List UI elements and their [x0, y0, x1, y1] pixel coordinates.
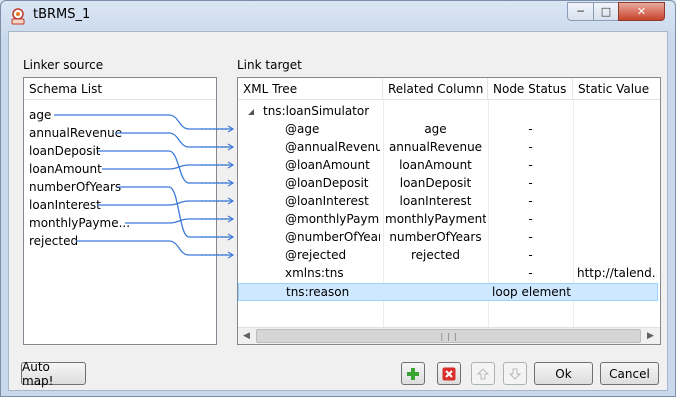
dialog-window: tBRMS_1 ─ □ ✕ Linker source Schema List … [0, 0, 676, 397]
plus-icon [407, 367, 419, 380]
maximize-icon: □ [600, 5, 612, 18]
add-button[interactable] [401, 362, 425, 385]
talend-app-icon [11, 8, 25, 25]
maximize-button[interactable]: □ [593, 2, 619, 21]
link-lines [54, 114, 235, 259]
link-line [125, 218, 233, 224]
arrow-down-icon [508, 368, 522, 380]
cancel-button[interactable]: Cancel [600, 362, 659, 385]
close-button[interactable]: ✕ [618, 2, 665, 21]
minimize-icon: ─ [577, 5, 584, 18]
remove-button[interactable] [437, 362, 461, 385]
close-icon: ✕ [636, 5, 647, 18]
window-title: tBRMS_1 [33, 7, 91, 22]
dialog-content: Linker source Schema List age annualReven… [8, 31, 668, 391]
auto-map-button[interactable]: Auto map! [21, 360, 86, 388]
link-line [76, 240, 233, 256]
link-line [97, 200, 233, 206]
link-line [115, 132, 233, 148]
title-bar[interactable]: tBRMS_1 ─ □ ✕ [1, 1, 675, 31]
delete-icon [442, 367, 456, 380]
link-line [118, 186, 233, 238]
move-down-button[interactable] [503, 362, 527, 385]
move-up-button[interactable] [471, 362, 495, 385]
arrow-up-icon [476, 367, 490, 379]
minimize-button[interactable]: ─ [567, 2, 594, 21]
link-line [98, 150, 233, 184]
ok-button[interactable]: Ok [534, 362, 593, 385]
link-line [54, 114, 233, 130]
